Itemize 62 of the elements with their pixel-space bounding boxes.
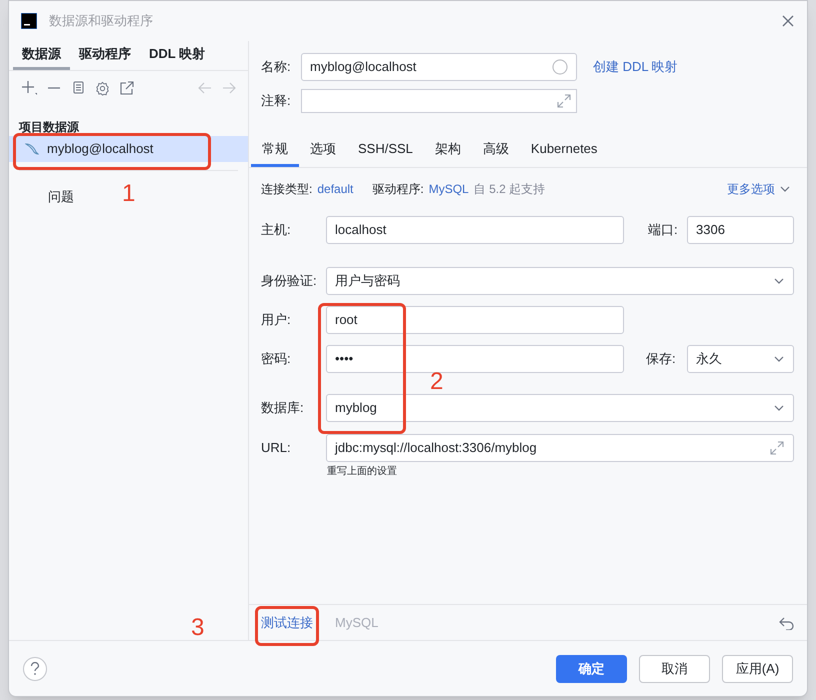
settings-icon[interactable] [95,80,110,96]
field-label: 端口: [648,221,679,240]
settings-tab[interactable]: 高级 [472,134,520,167]
save-select[interactable]: 永久 [687,345,794,373]
annotation-number: 3 [191,613,204,643]
panel-tab[interactable]: DDL 映射 [140,41,214,70]
dolphin-icon [25,143,39,155]
window-title: 数据源和驱动程序 [49,12,153,30]
ok-button[interactable]: 确定 [556,654,627,682]
add-icon[interactable] [21,80,37,96]
driver-link[interactable]: MySQL [428,180,469,198]
driver-name: MySQL [335,614,378,632]
color-circle-icon[interactable] [552,59,568,75]
annotation-box [255,606,319,646]
field-label: 身份验证: [261,272,318,290]
problems-label[interactable]: 问题 [48,187,74,206]
driver-note: 自 5.2 起支持 [474,181,546,198]
annotation-number: 1 [122,179,136,209]
data-source-item[interactable]: myblog@localhost [9,136,248,162]
field-label: 数据库: [261,399,305,418]
dialog-button[interactable]: 应用(A) [722,654,793,682]
settings-tab[interactable]: 常规 [251,134,299,167]
section-title: 项目数据源 [18,119,80,136]
settings-tab[interactable]: Kubernetes [520,134,608,167]
external-link-icon[interactable] [120,81,134,95]
auth-select[interactable]: 用户与密码 [326,267,794,295]
create-ddl-link[interactable]: 创建 DDL 映射 [593,57,678,77]
panel-tab[interactable]: 数据源 [13,41,70,70]
field-label: 注释: [261,92,291,110]
expand-icon[interactable] [769,440,785,456]
user-field[interactable]: root [326,306,624,334]
field-label: 用户: [261,311,292,330]
help-icon [30,662,40,676]
host-field[interactable]: localhost [326,216,624,244]
connection-type-link[interactable]: default [317,180,354,198]
field-label: URL: [261,439,292,458]
field-label: 保存: [646,350,677,368]
driver-label: 驱动程序: [372,181,424,198]
close-icon[interactable] [781,14,795,28]
url-field[interactable]: jdbc:mysql://localhost:3306/myblog [326,434,794,462]
connection-type-label: 连接类型: [261,181,312,198]
panel-tab[interactable]: 驱动程序 [70,41,140,70]
more-options-link[interactable]: 更多选项 [727,180,791,198]
test-connection-link[interactable]: 测试连接 [261,612,313,632]
password-field[interactable]: •••• [326,345,624,373]
app-logo-icon [21,13,37,29]
settings-tab[interactable]: 选项 [299,134,347,167]
name-field[interactable]: myblog@localhost [301,53,577,81]
settings-tab[interactable]: SSH/SSL [347,134,424,167]
database-select[interactable]: myblog [326,394,794,422]
field-label: 名称: [261,58,291,76]
dialog-button[interactable]: 取消 [639,654,710,682]
copy-icon[interactable] [71,81,85,95]
comment-field[interactable] [301,89,577,113]
port-field[interactable]: 3306 [687,216,794,244]
help-button[interactable] [23,656,47,680]
url-hint: 重写上面的设置 [327,464,398,479]
undo-icon[interactable] [779,616,795,630]
field-label: 主机: [261,221,292,240]
expand-icon[interactable] [556,93,572,109]
settings-tab[interactable]: 架构 [424,134,472,167]
field-label: 密码: [261,350,292,368]
